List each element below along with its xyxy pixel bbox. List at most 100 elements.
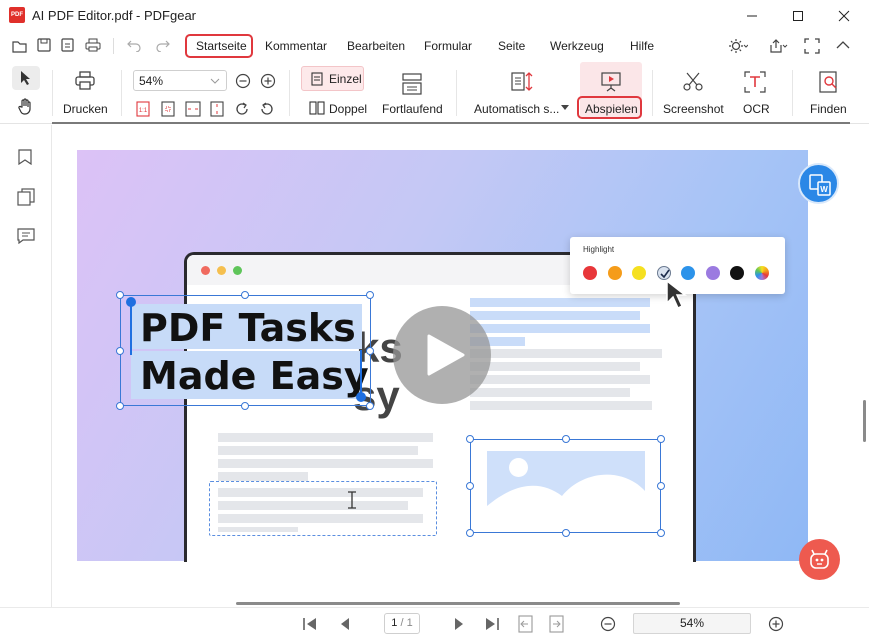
ocr-label[interactable]: OCR xyxy=(743,102,770,116)
selection-start-handle[interactable] xyxy=(126,297,136,307)
convert-to-word-button[interactable]: W xyxy=(798,163,839,204)
page-number-input[interactable]: 1 / 1 xyxy=(384,613,420,634)
horizontal-scroll-thumb[interactable] xyxy=(236,602,680,605)
minimize-button[interactable] xyxy=(729,0,775,32)
highlight-swatch-7[interactable] xyxy=(754,266,769,280)
highlight-swatch-5[interactable] xyxy=(705,266,720,280)
total-pages: 1 xyxy=(406,617,413,629)
next-page-icon[interactable] xyxy=(453,616,465,632)
screenshot-scissors-icon[interactable] xyxy=(681,70,705,94)
collapse-ribbon-icon[interactable] xyxy=(836,40,850,50)
cursor-arrow-icon xyxy=(21,71,30,85)
bottom-navigation-bar: 1 / 1 54% xyxy=(0,607,869,640)
image-selection-box[interactable] xyxy=(470,439,661,533)
maximize-button[interactable] xyxy=(775,0,821,32)
rotate-counterclockwise-icon[interactable] xyxy=(259,101,275,117)
fit-page-icon[interactable] xyxy=(161,101,175,117)
chevron-down-icon[interactable] xyxy=(561,105,569,111)
text-cursor-ibeam-icon xyxy=(348,491,356,509)
print-button-label[interactable]: Drucken xyxy=(63,102,108,116)
hand-tool-icon[interactable] xyxy=(17,98,35,116)
app-logo-icon: PDF xyxy=(9,7,25,23)
thumbnails-icon[interactable] xyxy=(17,188,35,206)
zoom-level-field[interactable]: 54% xyxy=(633,613,751,634)
fit-width-icon[interactable] xyxy=(185,101,201,117)
print-large-icon[interactable] xyxy=(74,70,96,92)
go-forward-view-icon[interactable] xyxy=(549,615,565,633)
menu-seite[interactable]: Seite xyxy=(498,39,525,53)
continuous-scroll-icon[interactable] xyxy=(400,72,424,96)
find-search-icon[interactable] xyxy=(817,70,841,94)
highlight-swatch-3[interactable] xyxy=(656,266,671,280)
convert-word-icon: W xyxy=(809,174,831,196)
actual-size-icon[interactable]: 1:1 xyxy=(136,101,150,117)
headline-line-2: Made Easy xyxy=(140,354,369,398)
last-page-icon[interactable] xyxy=(484,616,500,632)
zoom-out-icon[interactable] xyxy=(600,616,616,632)
zoom-select[interactable]: 54% xyxy=(133,70,227,91)
ai-assistant-button[interactable] xyxy=(799,539,840,580)
menu-kommentar[interactable]: Kommentar xyxy=(265,39,327,53)
highlight-swatch-6[interactable] xyxy=(730,266,744,280)
first-page-icon[interactable] xyxy=(302,616,318,632)
vertical-scroll-thumb[interactable] xyxy=(863,400,866,442)
undo-icon[interactable] xyxy=(126,38,142,52)
save-icon[interactable] xyxy=(37,38,51,52)
play-button-label[interactable]: Abspielen xyxy=(585,102,638,116)
double-page-label[interactable]: Doppel xyxy=(329,102,367,116)
fit-height-icon[interactable] xyxy=(210,101,224,117)
share-icon[interactable] xyxy=(768,38,788,54)
fullscreen-icon[interactable] xyxy=(804,38,820,54)
highlight-swatch-1[interactable] xyxy=(607,266,622,280)
selection-end-handle[interactable] xyxy=(356,392,366,402)
zoom-in-icon[interactable] xyxy=(260,73,276,89)
menu-startseite[interactable]: Startseite xyxy=(196,39,247,53)
menu-hilfe[interactable]: Hilfe xyxy=(630,39,654,53)
bookmark-icon[interactable] xyxy=(18,149,32,165)
single-page-button[interactable]: Einzel xyxy=(301,66,364,91)
auto-scroll-label[interactable]: Automatisch s... xyxy=(474,102,559,116)
menu-werkzeug[interactable]: Werkzeug xyxy=(550,39,604,53)
comments-icon[interactable] xyxy=(17,228,35,244)
rotate-clockwise-icon[interactable] xyxy=(234,101,250,117)
vertical-scrollbar[interactable] xyxy=(861,125,869,607)
redo-icon[interactable] xyxy=(155,38,171,52)
theme-sun-icon[interactable] xyxy=(728,38,748,54)
zoom-out-icon[interactable] xyxy=(235,73,251,89)
text-edit-box[interactable] xyxy=(209,481,437,536)
menu-bar: Startseite Kommentar Bearbeiten Formular… xyxy=(0,32,869,60)
close-button[interactable] xyxy=(821,0,867,32)
mouse-pointer-icon xyxy=(666,279,688,310)
mountain-icon xyxy=(487,474,645,524)
maximize-icon xyxy=(793,11,803,21)
single-page-label: Einzel xyxy=(329,72,362,86)
menu-bearbeiten[interactable]: Bearbeiten xyxy=(347,39,405,53)
chevron-down-icon xyxy=(210,78,220,84)
image-placeholder xyxy=(487,451,645,524)
highlight-swatch-2[interactable] xyxy=(632,266,646,280)
double-page-icon[interactable] xyxy=(309,101,325,115)
highlight-swatch-4[interactable] xyxy=(681,266,695,280)
ocr-icon[interactable] xyxy=(743,70,767,94)
menu-formular[interactable]: Formular xyxy=(424,39,472,53)
screenshot-label[interactable]: Screenshot xyxy=(663,102,724,116)
save-as-icon[interactable] xyxy=(61,38,75,52)
previous-page-icon[interactable] xyxy=(339,616,351,632)
highlight-swatch-0[interactable] xyxy=(583,266,597,280)
open-folder-icon[interactable] xyxy=(12,39,28,53)
select-tool-button[interactable] xyxy=(12,66,40,90)
zoom-value: 54% xyxy=(139,74,164,88)
play-icon xyxy=(427,334,465,376)
continuous-label[interactable]: Fortlaufend xyxy=(382,102,443,116)
svg-text:W: W xyxy=(820,185,828,194)
highlight-popup-title: Highlight xyxy=(583,245,615,254)
presentation-icon[interactable] xyxy=(599,70,623,94)
video-play-button[interactable] xyxy=(393,306,491,404)
checkmark-icon xyxy=(659,269,670,279)
go-back-view-icon[interactable] xyxy=(518,615,534,633)
zoom-in-icon[interactable] xyxy=(768,616,784,632)
auto-scroll-icon[interactable] xyxy=(510,70,534,94)
print-icon[interactable] xyxy=(85,38,101,52)
toolbar-divider xyxy=(52,122,850,124)
find-label[interactable]: Finden xyxy=(810,102,847,116)
